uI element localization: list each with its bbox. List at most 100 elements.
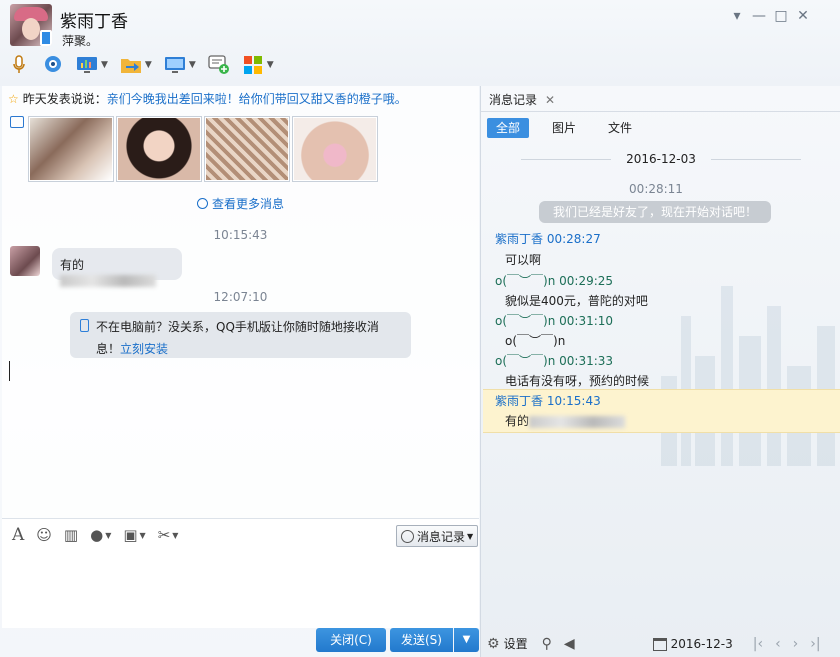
history-footer: ⚙ 设置 ⚲ ◀ 2016-12-3 |‹ ‹ › ›| bbox=[481, 630, 840, 657]
send-file-button[interactable]: ▼ bbox=[120, 54, 152, 76]
chat-window-header: 紫雨丁香 萍聚。 ▾ — □ ✕ ▼ ▼ ▼ ▼ bbox=[0, 0, 840, 86]
tab-label: 消息记录 bbox=[489, 93, 538, 107]
filter-images[interactable]: 图片 bbox=[543, 118, 585, 138]
close-button[interactable]: 关闭(C) bbox=[316, 628, 386, 652]
gif-icon[interactable]: ▥ bbox=[64, 526, 78, 544]
history-message-text: 电话有没有呀，预约的时候 bbox=[505, 374, 650, 388]
scissors-icon[interactable]: ✂ ▼ bbox=[158, 526, 179, 544]
message-add-icon bbox=[208, 54, 230, 76]
gear-icon[interactable]: ⚙ bbox=[487, 636, 500, 652]
history-start-time: 00:28:11 bbox=[629, 182, 683, 196]
message-time: 00:31:10 bbox=[559, 314, 614, 328]
history-tab-bar: 消息记录 ✕ bbox=[481, 86, 840, 112]
previous-page-icon[interactable]: ‹ bbox=[775, 636, 781, 652]
sender-name: o(￣︶￣)n bbox=[495, 354, 556, 368]
chat-toolbar: ▼ ▼ ▼ ▼ bbox=[8, 54, 286, 76]
history-message-header: 紫雨丁香 00:28:27 bbox=[495, 230, 601, 247]
next-page-icon[interactable]: › bbox=[793, 636, 799, 652]
photo-thumbnail[interactable] bbox=[28, 116, 114, 182]
view-more-messages-link[interactable]: 查看更多消息 bbox=[2, 195, 479, 212]
chat-message-area[interactable]: ☆ 昨天发表说说：亲们今晚我出差回来啦！给你们带回又甜又香的橙子哦。 查看更多消息… bbox=[2, 86, 479, 521]
history-message-text: 貌似是400元，普陀的对吧 bbox=[505, 294, 648, 308]
tab-message-history[interactable]: 消息记录 ✕ bbox=[489, 91, 555, 108]
apps-button[interactable]: ▼ bbox=[242, 54, 274, 76]
message-timestamp: 10:15:43 bbox=[213, 228, 268, 242]
incoming-message-bubble[interactable]: 有的 bbox=[52, 248, 182, 287]
chevron-down-icon[interactable]: ▼ bbox=[267, 60, 274, 70]
image-icon[interactable]: ▣ ▼ bbox=[123, 526, 145, 544]
calendar-icon bbox=[652, 637, 667, 651]
current-date: 2016-12-3 bbox=[670, 636, 733, 651]
create-discussion-button[interactable] bbox=[208, 54, 230, 76]
mobile-online-icon bbox=[40, 30, 52, 46]
history-message-text: 有的 bbox=[505, 412, 626, 429]
notice-prefix: 昨天发表说说： bbox=[22, 92, 107, 106]
font-icon[interactable]: A bbox=[12, 525, 24, 545]
send-options-dropdown[interactable]: ▼ bbox=[454, 628, 479, 652]
history-button-label: 消息记录 bbox=[417, 529, 466, 544]
filter-files[interactable]: 文件 bbox=[599, 118, 641, 138]
send-bar: 关闭(C) 发送(S) ▼ bbox=[2, 628, 479, 657]
search-icon[interactable]: ⚲ bbox=[542, 636, 552, 652]
sender-name: o(￣︶￣)n bbox=[495, 274, 556, 288]
video-call-button[interactable] bbox=[42, 54, 64, 76]
voice-message-icon[interactable]: ● ▼ bbox=[90, 526, 111, 544]
monitor-chart-icon bbox=[76, 54, 98, 76]
message-input-area[interactable]: A ☺ ▥ ● ▼ ▣ ▼ ✂ ▼ 消息记录 ▼ bbox=[2, 518, 479, 628]
message-time: 00:29:25 bbox=[559, 274, 614, 288]
voice-call-button[interactable] bbox=[8, 54, 30, 76]
message-time: 10:15:43 bbox=[546, 394, 601, 408]
sender-avatar[interactable] bbox=[10, 246, 40, 276]
date-picker[interactable]: 2016-12-3 bbox=[652, 636, 733, 651]
message-text: 有的 bbox=[60, 258, 85, 272]
photo-thumbnail[interactable] bbox=[204, 116, 290, 182]
emoji-icon[interactable]: ☺ bbox=[36, 526, 52, 544]
speaker-icon[interactable]: ◀ bbox=[564, 636, 575, 652]
chevron-down-icon[interactable]: ▼ bbox=[101, 60, 108, 70]
message-time: 00:31:33 bbox=[559, 354, 614, 368]
menu-dropdown-icon[interactable]: ▾ bbox=[726, 6, 748, 26]
photo-thumbnail[interactable] bbox=[116, 116, 202, 182]
input-toolbar: A ☺ ▥ ● ▼ ▣ ▼ ✂ ▼ bbox=[12, 525, 190, 545]
contact-avatar[interactable] bbox=[10, 4, 52, 46]
install-link[interactable]: 立刻安装 bbox=[120, 342, 168, 356]
avatar-face bbox=[22, 18, 40, 40]
chevron-down-icon[interactable]: ▼ bbox=[145, 60, 152, 70]
blurred-text bbox=[60, 274, 156, 287]
filter-all[interactable]: 全部 bbox=[487, 118, 530, 138]
sender-name: 紫雨丁香 bbox=[495, 232, 544, 246]
history-filters: 全部 图片 文件 bbox=[487, 118, 655, 138]
message-text: 有的 bbox=[505, 414, 530, 428]
history-message-header: o(￣︶￣)n 00:29:25 bbox=[495, 272, 613, 289]
close-icon[interactable]: ✕ bbox=[792, 6, 814, 26]
date-separator: 2016-12-03 bbox=[481, 152, 840, 166]
history-system-message: 我们已经是好友了，现在开始对话吧！ bbox=[539, 201, 771, 223]
notice-link[interactable]: 亲们今晚我出差回来啦！给你们带回又甜又香的橙子哦。 bbox=[107, 92, 407, 106]
history-message-text: o(￣︶￣)n bbox=[505, 334, 566, 348]
first-page-icon[interactable]: |‹ bbox=[753, 636, 763, 652]
chevron-down-icon: ▼ bbox=[467, 531, 474, 541]
remote-desktop-button[interactable]: ▼ bbox=[76, 54, 108, 76]
settings-label[interactable]: 设置 bbox=[504, 635, 528, 652]
message-history-button[interactable]: 消息记录 ▼ bbox=[396, 525, 478, 547]
view-more-label: 查看更多消息 bbox=[211, 197, 284, 211]
chevron-down-icon[interactable]: ▼ bbox=[189, 60, 196, 70]
sender-name: o(￣︶￣)n bbox=[495, 314, 556, 328]
minimize-icon[interactable]: — bbox=[748, 6, 770, 26]
blurred-text bbox=[529, 415, 626, 428]
screen-share-button[interactable]: ▼ bbox=[164, 54, 196, 76]
webcam-icon bbox=[42, 54, 64, 76]
photo-strip bbox=[10, 116, 380, 182]
contact-name[interactable]: 紫雨丁香 bbox=[60, 7, 128, 32]
maximize-icon[interactable]: □ bbox=[770, 6, 792, 26]
screen-icon bbox=[164, 54, 186, 76]
microphone-icon bbox=[8, 54, 30, 76]
history-message-header: o(￣︶￣)n 00:31:10 bbox=[495, 312, 613, 329]
clock-icon bbox=[196, 198, 208, 209]
contact-signature: 萍聚。 bbox=[62, 34, 99, 48]
close-tab-icon[interactable]: ✕ bbox=[545, 93, 555, 107]
send-button[interactable]: 发送(S) bbox=[390, 628, 453, 652]
message-time: 00:28:27 bbox=[546, 232, 601, 246]
photo-thumbnail[interactable] bbox=[292, 116, 378, 182]
last-page-icon[interactable]: ›| bbox=[810, 636, 820, 652]
